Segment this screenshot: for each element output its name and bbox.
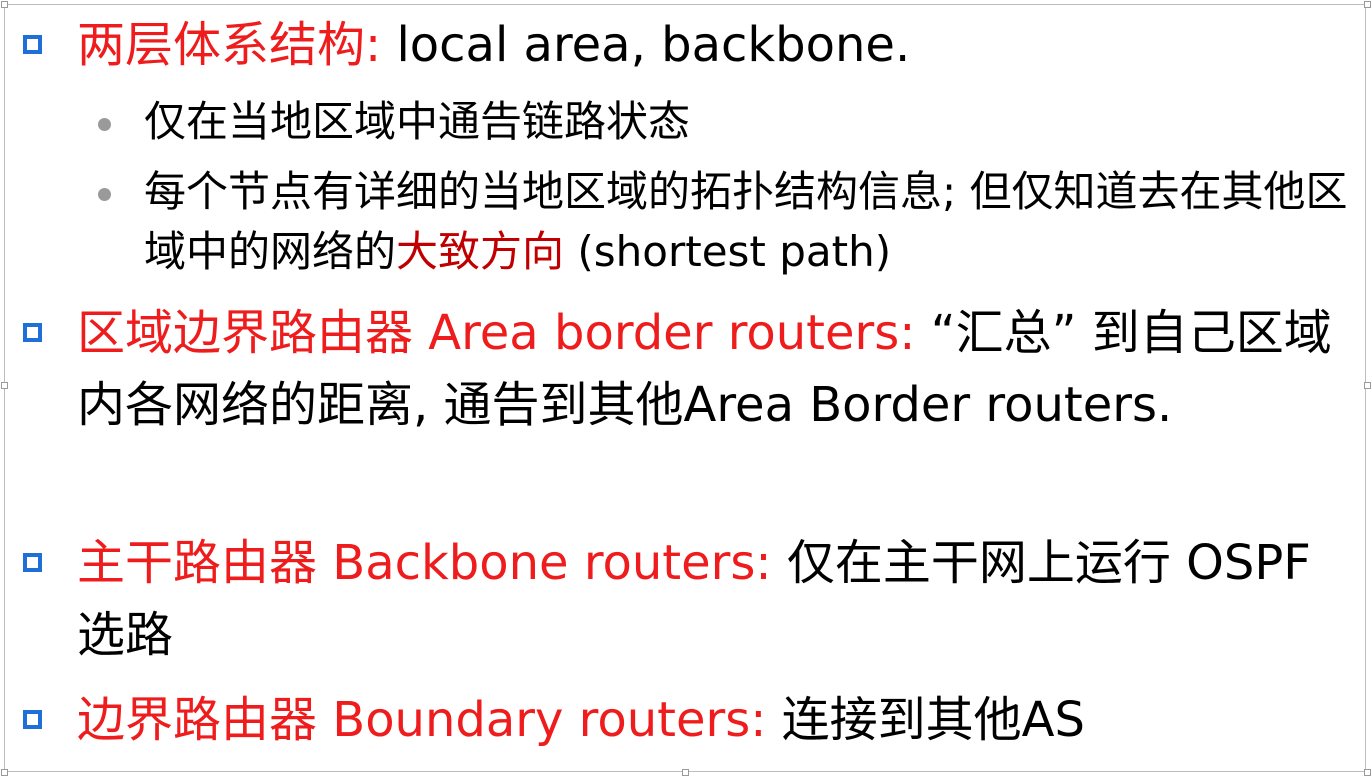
sub-bullet-advertise: 仅在当地区域中通告链路状态 bbox=[96, 92, 1356, 152]
square-bullet-icon bbox=[23, 323, 42, 342]
bullet-text: 两层体系结构: local area, backbone. bbox=[77, 9, 1360, 81]
bullet-heading: 区域边界路由器 Area border routers: bbox=[77, 305, 916, 361]
bullet-heading: 主干路由器 Backbone routers: bbox=[77, 535, 772, 591]
sub-bullet-topology: 每个节点有详细的当地区域的拓扑结构信息; 但仅知道去在其他区域中的网络的大致方向… bbox=[96, 162, 1356, 282]
bullet-boundary-routers: 边界路由器 Boundary routers: 连接到其他AS bbox=[20, 684, 1360, 756]
bullet-body: local area, backbone. bbox=[381, 17, 911, 73]
square-bullet-icon bbox=[23, 35, 42, 54]
bullet-heading: 边界路由器 Boundary routers: bbox=[77, 692, 767, 748]
bullet-text: 边界路由器 Boundary routers: 连接到其他AS bbox=[77, 684, 1360, 756]
sub-bullet-text: 仅在当地区域中通告链路状态 bbox=[144, 97, 691, 146]
bullet-body: 连接到其他AS bbox=[766, 692, 1085, 748]
sub-bullet-highlight: 大致方向 bbox=[396, 227, 565, 276]
square-bullet-icon bbox=[23, 710, 42, 729]
sub-bullet-post: (shortest path) bbox=[564, 227, 892, 276]
round-bullet-icon bbox=[98, 188, 111, 201]
bullet-hierarchy: 两层体系结构: local area, backbone. bbox=[20, 9, 1360, 81]
bullet-heading: 两层体系结构: bbox=[77, 17, 382, 73]
sub-bullet-text: 每个节点有详细的当地区域的拓扑结构信息; 但仅知道去在其他区域中的网络的大致方向… bbox=[144, 162, 1356, 282]
bullet-text: 主干路由器 Backbone routers: 仅在主干网上运行 OSPF 选路 bbox=[77, 527, 1360, 671]
round-bullet-icon bbox=[98, 118, 111, 131]
bullet-backbone-routers: 主干路由器 Backbone routers: 仅在主干网上运行 OSPF 选路 bbox=[20, 527, 1360, 671]
bullet-area-border-routers: 区域边界路由器 Area border routers: “汇总” 到自己区域内… bbox=[20, 297, 1360, 441]
bullet-text: 区域边界路由器 Area border routers: “汇总” 到自己区域内… bbox=[77, 297, 1360, 441]
slide-content[interactable]: 两层体系结构: local area, backbone. 仅在当地区域中通告链… bbox=[0, 0, 1372, 778]
square-bullet-icon bbox=[23, 553, 42, 572]
